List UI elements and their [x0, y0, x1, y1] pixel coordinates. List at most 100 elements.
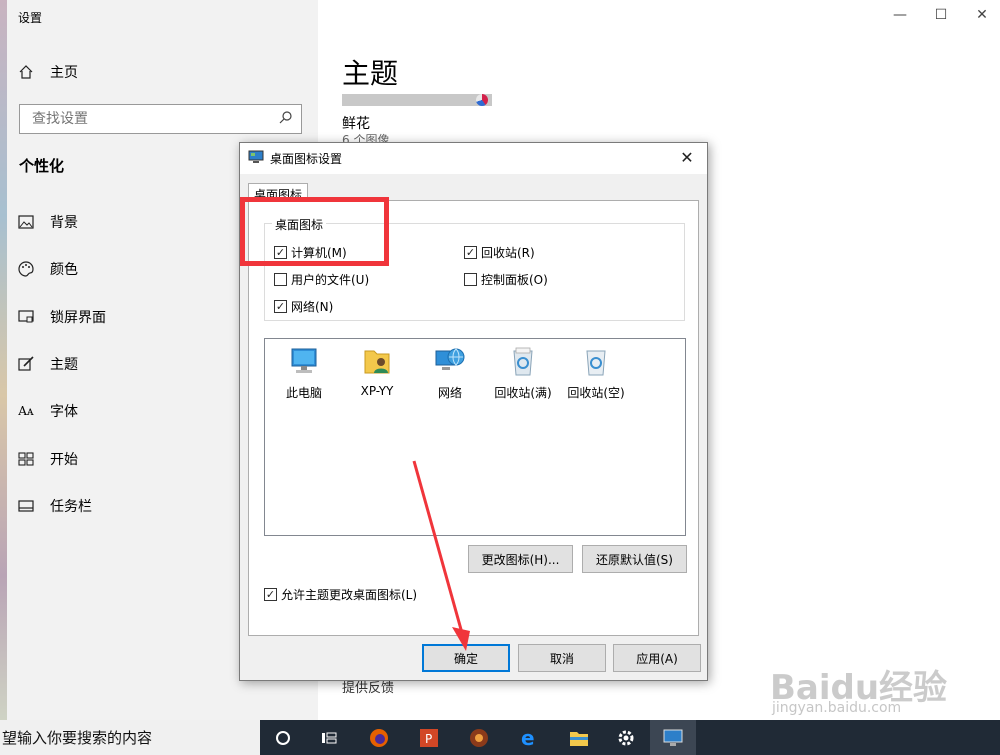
theme-color-dot: [476, 94, 488, 106]
sidebar-item-label: 颜色: [50, 262, 78, 278]
icon-label: 回收站(空): [567, 386, 625, 400]
sidebar-item-start[interactable]: 开始: [18, 447, 78, 471]
desktop-icon-settings-dialog: 桌面图标设置 ✕ 桌面图标 桌面图标 ✓ 计算机(M) ✓ 回收站(R) 用户的…: [239, 142, 708, 681]
desktop-icons-group: 桌面图标 ✓ 计算机(M) ✓ 回收站(R) 用户的文件(U) 控制面板(O) …: [264, 216, 685, 321]
firefox-icon[interactable]: [356, 720, 402, 755]
checkbox-label: 控制面板(O): [481, 273, 548, 287]
desktop-icon-list[interactable]: 此电脑 XP-YY 网络 回收站(满) 回收站(空): [264, 338, 686, 536]
list-item[interactable]: 回收站(满): [486, 345, 560, 401]
recycle-bin-full-icon: [505, 345, 541, 380]
checkbox-label: 允许主题更改桌面图标(L): [281, 588, 418, 602]
icon-label: XP-YY: [360, 384, 394, 398]
icon-label: 回收站(满): [494, 386, 552, 400]
network-checkbox[interactable]: ✓ 网络(N): [274, 298, 333, 315]
dialog-tab-panel: 桌面图标 ✓ 计算机(M) ✓ 回收站(R) 用户的文件(U) 控制面板(O) …: [248, 200, 699, 636]
file-explorer-icon[interactable]: [556, 720, 602, 755]
cortana-icon[interactable]: [260, 720, 306, 755]
theme-name: 鲜花: [342, 116, 370, 132]
powerpoint-icon[interactable]: P: [406, 720, 452, 755]
checkbox-box[interactable]: ✓: [274, 300, 287, 313]
taskbar-search-box[interactable]: 望输入你要搜索的内容: [0, 720, 260, 755]
checkbox-label: 回收站(R): [481, 246, 535, 260]
checkbox-box[interactable]: [274, 273, 287, 286]
icon-label: 此电脑: [285, 386, 322, 400]
svg-text:e: e: [521, 727, 535, 749]
dialog-titlebar: 桌面图标设置: [240, 143, 707, 174]
sidebar-item-themes[interactable]: 主题: [18, 352, 78, 376]
group-label: 桌面图标: [272, 216, 327, 233]
recycle-bin-empty-icon: [578, 345, 614, 380]
checkbox-box[interactable]: ✓: [264, 588, 277, 601]
palette-icon: [18, 261, 34, 277]
font-icon: Aᴀ: [18, 404, 34, 418]
list-item[interactable]: 此电脑: [267, 345, 341, 401]
maximize-button[interactable]: ☐: [931, 7, 951, 23]
checkbox-box[interactable]: ✓: [274, 246, 287, 259]
sidebar-item-label: 任务栏: [50, 499, 92, 515]
network-icon: [432, 345, 468, 380]
apply-button[interactable]: 应用(A): [613, 644, 701, 672]
taskbar-icon: [18, 498, 34, 514]
search-box[interactable]: [19, 104, 302, 134]
watermark-url: jingyan.baidu.com: [772, 700, 902, 716]
search-input[interactable]: [32, 111, 262, 127]
desktop-icon-settings-icon[interactable]: [650, 720, 696, 755]
svg-text:P: P: [425, 732, 432, 746]
checkbox-label: 网络(N): [291, 300, 334, 314]
allow-theme-checkbox[interactable]: ✓ 允许主题更改桌面图标(L): [264, 586, 417, 603]
sidebar-item-label: 锁屏界面: [50, 310, 106, 326]
change-icon-button[interactable]: 更改图标(H)...: [468, 545, 573, 573]
edge-icon[interactable]: e: [506, 720, 552, 755]
sidebar-item-taskbar[interactable]: 任务栏: [18, 494, 92, 518]
user-folder-icon: [359, 345, 395, 380]
home-nav-item[interactable]: 主页: [18, 62, 78, 82]
checkbox-label: 计算机(M): [291, 246, 347, 260]
dialog-title: 桌面图标设置: [270, 152, 343, 166]
taskbar: 望输入你要搜索的内容 P e: [0, 720, 1000, 755]
restore-default-button[interactable]: 还原默认值(S): [582, 545, 687, 573]
list-item[interactable]: XP-YY: [340, 345, 414, 398]
desktop-settings-icon: [248, 150, 264, 167]
home-icon: [18, 64, 34, 80]
close-window-button[interactable]: ✕: [972, 7, 992, 23]
image-icon: [18, 214, 34, 230]
list-item[interactable]: 网络: [413, 345, 487, 401]
icon-label: 网络: [437, 386, 462, 400]
window-title: 设置: [18, 11, 43, 25]
sidebar-item-label: 背景: [50, 215, 78, 231]
cancel-button[interactable]: 取消: [518, 644, 606, 672]
checkbox-box[interactable]: [464, 273, 477, 286]
sidebar-item-label: 主题: [50, 357, 78, 373]
theme-brush-icon: [18, 356, 34, 372]
start-grid-icon: [18, 451, 34, 467]
checkbox-label: 用户的文件(U): [291, 273, 370, 287]
sidebar-item-lock-screen[interactable]: 锁屏界面: [18, 305, 106, 329]
tab-desktop-icons[interactable]: 桌面图标: [248, 183, 309, 202]
settings-gear-icon[interactable]: [603, 720, 649, 755]
computer-icon: [286, 345, 322, 380]
sidebar-item-label: 字体: [50, 404, 78, 420]
recycle-bin-checkbox[interactable]: ✓ 回收站(R): [464, 244, 535, 261]
taskbar-search-text[interactable]: 望输入你要搜索的内容: [2, 727, 152, 748]
task-view-icon[interactable]: [306, 720, 352, 755]
dialog-close-button[interactable]: ✕: [677, 148, 697, 167]
computer-checkbox[interactable]: ✓ 计算机(M): [274, 244, 347, 261]
sidebar-item-fonts[interactable]: Aᴀ 字体: [18, 399, 78, 423]
minimize-button[interactable]: —: [890, 7, 910, 23]
ok-button[interactable]: 确定: [422, 644, 510, 672]
list-item[interactable]: 回收站(空): [559, 345, 633, 401]
sidebar-item-background[interactable]: 背景: [18, 210, 78, 234]
control-panel-checkbox[interactable]: 控制面板(O): [464, 271, 548, 288]
theme-preview[interactable]: [342, 94, 492, 106]
page-title: 主题: [342, 57, 399, 90]
sidebar-item-label: 开始: [50, 452, 78, 468]
desktop-edge-strip: [0, 0, 7, 720]
game-icon[interactable]: [456, 720, 502, 755]
sidebar-item-colors[interactable]: 颜色: [18, 257, 78, 281]
section-title: 个性化: [19, 157, 65, 175]
user-files-checkbox[interactable]: 用户的文件(U): [274, 271, 369, 288]
home-label: 主页: [50, 65, 78, 81]
lock-screen-icon: [18, 309, 34, 325]
search-icon[interactable]: [279, 110, 293, 128]
checkbox-box[interactable]: ✓: [464, 246, 477, 259]
